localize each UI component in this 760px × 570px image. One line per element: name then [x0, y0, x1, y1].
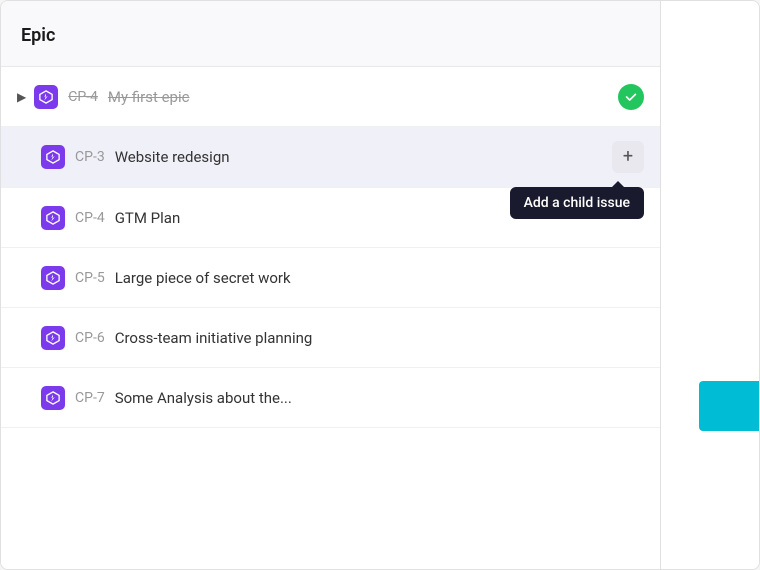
issue-id: CP-6: [75, 330, 105, 346]
issue-id: CP-4: [68, 89, 98, 105]
issue-type-icon: [41, 386, 65, 410]
issue-title: Some Analysis about the...: [115, 389, 644, 407]
teal-block: [699, 381, 759, 431]
add-child-issue-button[interactable]: +: [612, 141, 644, 173]
issue-title: My first epic: [108, 88, 363, 106]
issue-type-icon: [41, 266, 65, 290]
issue-row-cp6[interactable]: CP-6 Cross-team initiative planning: [1, 308, 660, 368]
issue-list: ▶ CP-4 My first epic: [1, 67, 660, 569]
done-badge: [618, 84, 644, 110]
issue-row-cp3[interactable]: CP-3 Website redesign + Add a child issu…: [1, 127, 660, 188]
issue-id: CP-3: [75, 149, 105, 165]
issue-id: CP-7: [75, 390, 105, 406]
add-child-issue-tooltip: Add a child issue: [510, 187, 644, 219]
issue-title: Large piece of secret work: [115, 269, 644, 287]
chevron-icon: ▶: [17, 90, 26, 104]
header-row: Epic: [1, 1, 660, 67]
issue-title: Cross-team initiative planning: [115, 329, 644, 347]
page-container: Epic ▶ CP-4 My first epic: [0, 0, 760, 570]
issue-row-cp5[interactable]: CP-5 Large piece of secret work: [1, 248, 660, 308]
issue-type-icon: [34, 85, 58, 109]
tooltip-container: Add a child issue: [510, 187, 644, 219]
main-panel: Epic ▶ CP-4 My first epic: [1, 1, 661, 569]
issue-type-icon: [41, 145, 65, 169]
issue-id: CP-5: [75, 270, 105, 286]
issue-row-cp7[interactable]: CP-7 Some Analysis about the...: [1, 368, 660, 428]
issue-type-icon: [41, 326, 65, 350]
issue-id: CP-4: [75, 210, 105, 226]
issue-row-cp4-parent[interactable]: ▶ CP-4 My first epic: [1, 67, 660, 127]
page-title: Epic: [21, 25, 640, 46]
issue-type-icon: [41, 206, 65, 230]
right-panel: [661, 1, 759, 569]
issue-title: Website redesign: [115, 148, 364, 166]
